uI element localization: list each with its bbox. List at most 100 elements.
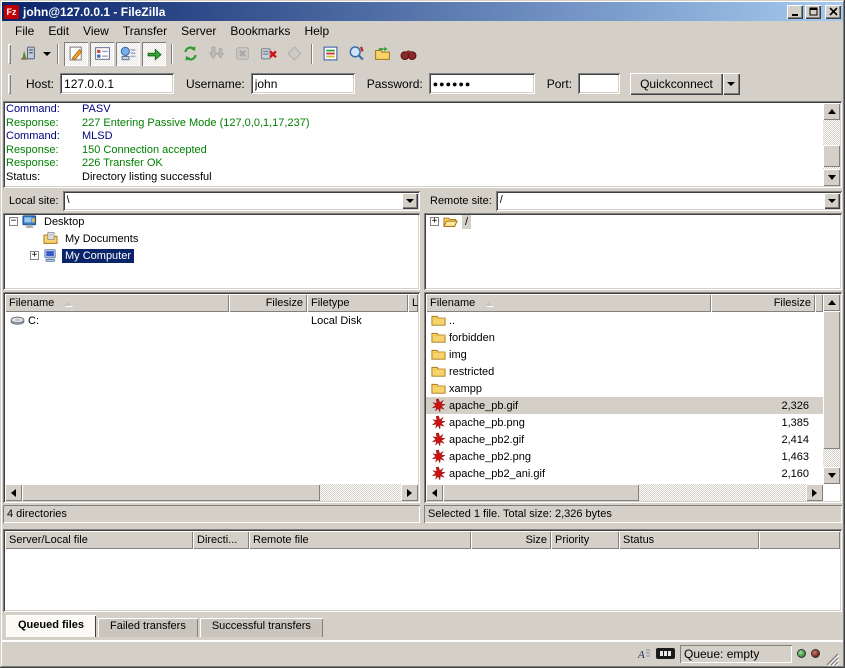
indicator-badge-icon[interactable] [656,648,675,659]
column-header-status[interactable]: Status [619,531,759,549]
log-vertical-scrollbar[interactable] [823,103,840,186]
port-input[interactable] [578,73,620,94]
column-header-filename[interactable]: Filename [5,294,229,312]
tree-item-my-documents[interactable]: My Documents [3,230,420,247]
column-header-filesize[interactable]: Filesize [229,294,307,312]
file-row-forbidden[interactable]: forbidden [426,329,823,346]
column-header-filesize[interactable]: Filesize [711,294,815,312]
local-site-combobox[interactable]: \ [63,191,420,211]
column-header-server-local-file[interactable]: Server/Local file [5,531,193,549]
column-header-size[interactable]: Size [471,531,551,549]
file-row-apache-pb2-ani-gif[interactable]: apache_pb2_ani.gif2,160 [426,465,823,482]
scroll-thumb[interactable] [823,145,840,167]
site-manager-button[interactable] [15,42,39,66]
refresh-button[interactable] [178,42,202,66]
local-site-dropdown-button[interactable] [402,193,418,209]
tab-failed-transfers[interactable]: Failed transfers [98,618,198,637]
scroll-right-button[interactable] [806,484,823,501]
quickconnect-dropdown-button[interactable] [723,73,740,95]
menu-transfer[interactable]: Transfer [116,22,174,40]
scroll-right-button[interactable] [401,484,418,501]
scroll-down-button[interactable] [823,169,840,186]
file-row-img[interactable]: img [426,346,823,363]
column-header-direction[interactable]: Directi... [193,531,249,549]
remote-site-dropdown-button[interactable] [824,193,840,209]
menu-server[interactable]: Server [174,22,223,40]
column-header-filetype[interactable]: Filetype [307,294,408,312]
send-indicator-led [811,649,820,658]
scroll-left-button[interactable] [426,484,443,501]
maximize-button[interactable] [805,5,821,19]
sync-browse-button[interactable] [370,42,394,66]
compare-button[interactable] [344,42,368,66]
scroll-track[interactable] [443,484,806,501]
username-input[interactable] [251,73,355,94]
toggle-queue-button[interactable] [142,42,166,66]
password-input[interactable] [429,73,535,94]
file-row-apache-pb-png[interactable]: apache_pb.png1,385 [426,414,823,431]
file-row-c[interactable]: C:Local Disk [5,312,418,329]
toolbar-grip[interactable] [8,74,11,94]
scroll-thumb[interactable] [22,484,320,501]
filename-cell: img [426,346,711,363]
site-manager-dropdown-button[interactable] [40,42,53,66]
column-header-priority[interactable]: Priority [551,531,619,549]
column-header-remote-file[interactable]: Remote file [249,531,471,549]
reconnect-button[interactable] [282,42,306,66]
scroll-track[interactable] [22,484,401,501]
toggle-log-button[interactable] [64,42,88,66]
scroll-down-button[interactable] [823,467,840,484]
local-horizontal-scrollbar[interactable] [5,484,418,501]
tab-successful-transfers[interactable]: Successful transfers [200,618,323,637]
log-line-response: Response:227 Entering Passive Mode (127,… [6,117,822,131]
cancel-button[interactable] [230,42,254,66]
tree-item-desktop[interactable]: −Desktop [3,213,420,230]
scroll-left-button[interactable] [5,484,22,501]
scroll-track[interactable] [823,311,840,467]
column-header-lastmodified[interactable]: L [408,294,418,312]
expand-icon[interactable]: + [430,217,439,226]
tree-item-my-computer[interactable]: +My Computer [3,247,420,264]
file-row-apache-pb2-png[interactable]: apache_pb2.png1,463 [426,448,823,465]
scroll-track[interactable] [823,120,840,169]
arrow-up-icon [828,109,836,114]
file-row-apache-pb-gif[interactable]: apache_pb.gif2,326 [426,397,823,414]
tree-item-[interactable]: +/ [424,213,842,230]
transfer-type-ascii-icon[interactable]: A [636,646,651,662]
menu-file[interactable]: File [8,22,41,40]
find-button[interactable] [396,42,420,66]
remote-site-combobox[interactable]: / [496,191,842,211]
host-input[interactable] [60,73,174,94]
file-row-apache-pb2-gif[interactable]: apache_pb2.gif2,414 [426,431,823,448]
menu-view[interactable]: View [76,22,116,40]
tab-queued-files[interactable]: Queued files [6,615,96,637]
collapse-icon[interactable]: − [9,217,18,226]
file-row-restricted[interactable]: restricted [426,363,823,380]
file-row-xampp[interactable]: xampp [426,380,823,397]
process-queue-button[interactable] [204,42,228,66]
column-header-filename[interactable]: Filename [426,294,711,312]
file-row-[interactable]: .. [426,312,823,329]
menu-bookmarks[interactable]: Bookmarks [223,22,297,40]
toggle-local-tree-button[interactable] [90,42,114,66]
menu-edit[interactable]: Edit [41,22,76,40]
scroll-up-button[interactable] [823,103,840,120]
remote-horizontal-scrollbar[interactable] [426,484,823,501]
column-header-extra[interactable] [815,294,823,312]
filter-button[interactable] [318,42,342,66]
toolbar-grip[interactable] [8,44,11,64]
scroll-thumb[interactable] [443,484,639,501]
column-header-empty[interactable] [759,531,840,549]
toggle-remote-tree-button[interactable] [116,42,140,66]
minimize-button[interactable] [787,5,803,19]
scroll-up-button[interactable] [823,294,840,311]
menu-help[interactable]: Help [297,22,336,40]
close-button[interactable] [825,5,841,19]
expand-icon[interactable]: + [30,251,39,260]
resize-grip[interactable] [825,652,839,666]
scroll-thumb[interactable] [823,311,840,449]
remote-vertical-scrollbar[interactable] [823,294,840,484]
disconnect-button[interactable] [256,42,280,66]
quickconnect-button[interactable]: Quickconnect [630,73,723,95]
image-file-icon [431,415,446,430]
